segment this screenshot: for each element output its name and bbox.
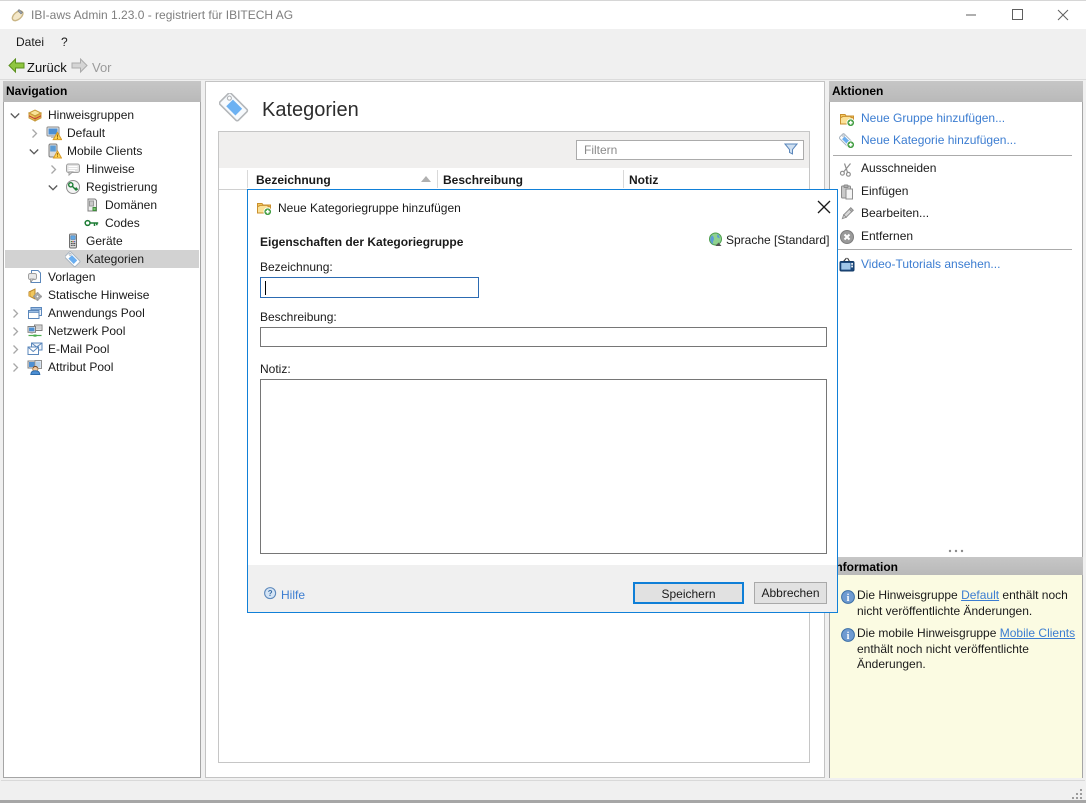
svg-text:i: i: [847, 593, 850, 604]
svg-text:i: i: [847, 631, 850, 642]
svg-text:!: !: [56, 135, 58, 141]
svg-text:!: !: [57, 153, 59, 159]
svg-text:?: ?: [268, 589, 273, 598]
